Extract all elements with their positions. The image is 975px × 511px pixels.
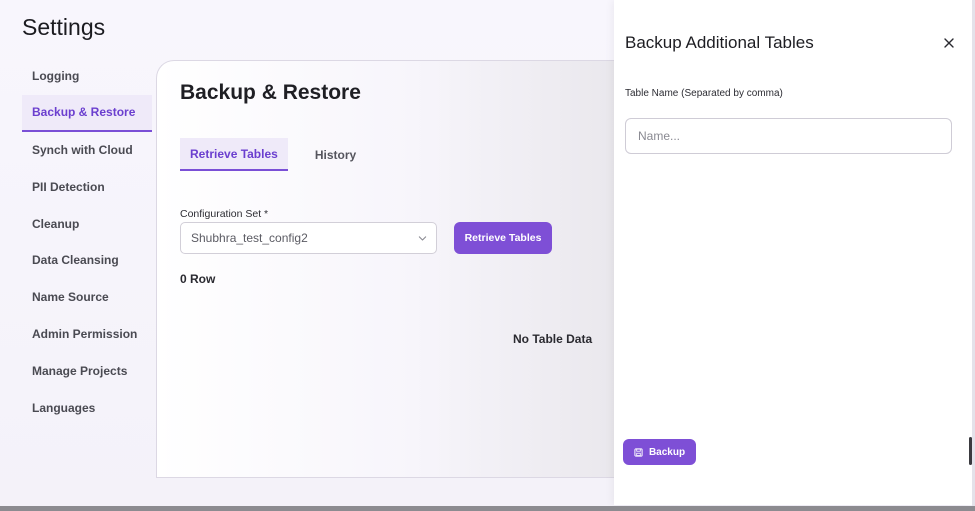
retrieve-tables-button[interactable]: Retrieve Tables [454,222,552,254]
row-count: 0 Row [180,272,216,286]
backup-drawer: Backup Additional Tables Table Name (Sep… [614,0,972,505]
save-icon [634,447,643,457]
close-icon[interactable] [942,36,956,50]
chevron-down-icon [418,236,427,241]
page-title: Settings [22,14,106,40]
configuration-set-label: Configuration Set * [180,208,269,220]
tab-retrieve-tables[interactable]: Retrieve Tables [180,138,288,171]
sidebar-item-data-cleansing[interactable]: Data Cleansing [22,242,152,279]
sidebar-item-backup-restore[interactable]: Backup & Restore [22,94,152,132]
backup-button[interactable]: Backup [623,439,696,465]
settings-sidebar: Logging Backup & Restore Synch with Clou… [22,58,152,426]
sidebar-item-languages[interactable]: Languages [22,389,152,426]
table-name-label: Table Name (Separated by comma) [625,88,783,99]
sidebar-item-logging[interactable]: Logging [22,58,152,95]
backup-button-label: Backup [648,446,686,458]
backup-restore-panel [156,60,626,478]
sidebar-item-synch-with-cloud[interactable]: Synch with Cloud [22,132,152,169]
tab-bar: Retrieve Tables History [180,138,366,171]
drawer-title: Backup Additional Tables [625,33,814,52]
sidebar-item-cleanup[interactable]: Cleanup [22,205,152,242]
tab-history[interactable]: History [305,138,366,171]
sidebar-item-name-source[interactable]: Name Source [22,279,152,316]
window-bottom-border [0,506,975,511]
table-name-input[interactable] [625,118,952,154]
sidebar-item-admin-permission[interactable]: Admin Permission [22,316,152,353]
empty-state-message: No Table Data [513,332,593,346]
section-title: Backup & Restore [180,81,361,104]
configuration-set-select[interactable]: Shubhra_test_config2 [180,222,437,254]
sidebar-item-pii-detection[interactable]: PII Detection [22,168,152,205]
configuration-set-value: Shubhra_test_config2 [191,231,308,245]
sidebar-item-manage-projects[interactable]: Manage Projects [22,352,152,389]
